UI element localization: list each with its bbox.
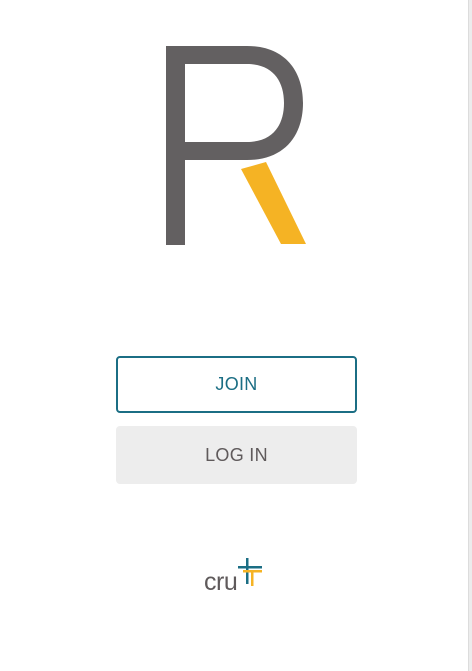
r-logo-icon [166,46,306,245]
welcome-screen: JOIN LOG IN cru [0,0,469,671]
login-button-label: LOG IN [205,444,268,465]
join-button[interactable]: JOIN [116,356,357,413]
cru-wordmark: cru [204,568,238,596]
cross-icon [238,558,262,586]
login-button[interactable]: LOG IN [116,426,357,484]
cru-logo: cru [202,554,268,598]
join-button-label: JOIN [215,374,258,394]
